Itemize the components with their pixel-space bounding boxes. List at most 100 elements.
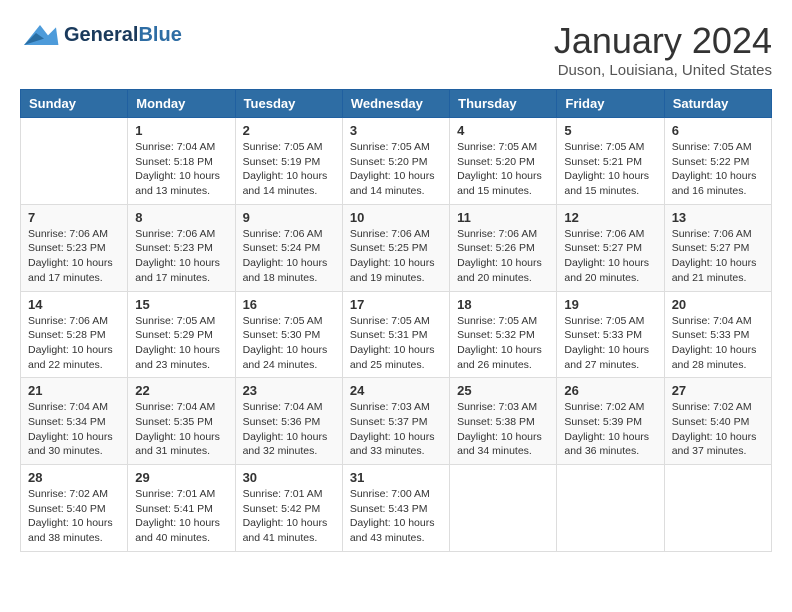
table-row: 6 Sunrise: 7:05 AMSunset: 5:22 PMDaylight… [664, 118, 771, 205]
table-row: 4Sunrise: 7:05 AMSunset: 5:20 PMDaylight… [450, 118, 557, 205]
table-row: 17 Sunrise: 7:05 AMSunset: 5:31 PMDayligh… [342, 291, 449, 378]
day-number: 7 [28, 210, 120, 225]
table-row: 26 Sunrise: 7:02 AMSunset: 5:39 PMDayligh… [557, 378, 664, 465]
table-row [450, 465, 557, 552]
day-info: Sunrise: 7:06 AMSunset: 5:28 PMDaylight:… [28, 314, 120, 373]
day-number: 3 [350, 123, 442, 138]
day-info: Sunrise: 7:06 AMSunset: 5:23 PMDaylight:… [28, 227, 120, 286]
day-number: 8 [135, 210, 227, 225]
table-row: 10 Sunrise: 7:06 AMSunset: 5:25 PMDayligh… [342, 204, 449, 291]
table-row: 24 Sunrise: 7:03 AMSunset: 5:37 PMDayligh… [342, 378, 449, 465]
month-title: January 2024 [554, 20, 772, 62]
table-row: 30 Sunrise: 7:01 AMSunset: 5:42 PMDayligh… [235, 465, 342, 552]
logo-text: GeneralBlue [64, 24, 182, 46]
day-info: Sunrise: 7:04 AMSunset: 5:35 PMDaylight:… [135, 400, 227, 459]
day-number: 25 [457, 383, 549, 398]
table-row: 9 Sunrise: 7:06 AMSunset: 5:24 PMDaylight… [235, 204, 342, 291]
day-info: Sunrise: 7:02 AMSunset: 5:40 PMDaylight:… [672, 400, 764, 459]
day-number: 20 [672, 297, 764, 312]
day-info: Sunrise: 7:05 AMSunset: 5:19 PMDaylight:… [243, 140, 335, 199]
day-info: Sunrise: 7:01 AMSunset: 5:41 PMDaylight:… [135, 487, 227, 546]
location: Duson, Louisiana, United States [554, 62, 772, 79]
table-row: 3 Sunrise: 7:05 AMSunset: 5:20 PMDaylight… [342, 118, 449, 205]
day-number: 21 [28, 383, 120, 398]
table-row: 21 Sunrise: 7:04 AMSunset: 5:34 PMDayligh… [21, 378, 128, 465]
day-number: 27 [672, 383, 764, 398]
table-row: 2Sunrise: 7:05 AMSunset: 5:19 PMDaylight… [235, 118, 342, 205]
day-number: 10 [350, 210, 442, 225]
table-row: 20 Sunrise: 7:04 AMSunset: 5:33 PMDayligh… [664, 291, 771, 378]
table-row: 25 Sunrise: 7:03 AMSunset: 5:38 PMDayligh… [450, 378, 557, 465]
day-number: 5 [564, 123, 656, 138]
week-row-4: 21 Sunrise: 7:04 AMSunset: 5:34 PMDayligh… [21, 378, 772, 465]
table-row: 16 Sunrise: 7:05 AMSunset: 5:30 PMDayligh… [235, 291, 342, 378]
day-number: 22 [135, 383, 227, 398]
day-info: Sunrise: 7:05 AMSunset: 5:29 PMDaylight:… [135, 314, 227, 373]
day-number: 11 [457, 210, 549, 225]
day-info: Sunrise: 7:04 AMSunset: 5:34 PMDaylight:… [28, 400, 120, 459]
day-info: Sunrise: 7:05 AMSunset: 5:22 PMDaylight:… [672, 140, 764, 199]
day-number: 23 [243, 383, 335, 398]
day-info: Sunrise: 7:00 AMSunset: 5:43 PMDaylight:… [350, 487, 442, 546]
title-area: January 2024 Duson, Louisiana, United St… [554, 20, 772, 79]
day-number: 9 [243, 210, 335, 225]
day-info: Sunrise: 7:04 AMSunset: 5:18 PMDaylight:… [135, 140, 227, 199]
day-number: 16 [243, 297, 335, 312]
calendar-header-row: Sunday Monday Tuesday Wednesday Thursday… [21, 90, 772, 118]
day-number: 13 [672, 210, 764, 225]
col-sunday: Sunday [21, 90, 128, 118]
table-row: 19Sunrise: 7:05 AMSunset: 5:33 PMDayligh… [557, 291, 664, 378]
day-number: 12 [564, 210, 656, 225]
day-info: Sunrise: 7:06 AMSunset: 5:24 PMDaylight:… [243, 227, 335, 286]
day-number: 6 [672, 123, 764, 138]
day-number: 31 [350, 470, 442, 485]
day-info: Sunrise: 7:06 AMSunset: 5:26 PMDaylight:… [457, 227, 549, 286]
week-row-3: 14 Sunrise: 7:06 AMSunset: 5:28 PMDayligh… [21, 291, 772, 378]
day-number: 18 [457, 297, 549, 312]
table-row: 8 Sunrise: 7:06 AMSunset: 5:23 PMDaylight… [128, 204, 235, 291]
day-number: 28 [28, 470, 120, 485]
day-number: 1 [135, 123, 227, 138]
day-number: 24 [350, 383, 442, 398]
logo-icon [20, 20, 60, 50]
table-row: 23Sunrise: 7:04 AMSunset: 5:36 PMDayligh… [235, 378, 342, 465]
col-friday: Friday [557, 90, 664, 118]
table-row: 14 Sunrise: 7:06 AMSunset: 5:28 PMDayligh… [21, 291, 128, 378]
table-row: 22 Sunrise: 7:04 AMSunset: 5:35 PMDayligh… [128, 378, 235, 465]
day-info: Sunrise: 7:05 AMSunset: 5:21 PMDaylight:… [564, 140, 656, 199]
table-row: 15Sunrise: 7:05 AMSunset: 5:29 PMDayligh… [128, 291, 235, 378]
logo: GeneralBlue [20, 20, 182, 50]
week-row-2: 7 Sunrise: 7:06 AMSunset: 5:23 PMDaylight… [21, 204, 772, 291]
table-row: 5 Sunrise: 7:05 AMSunset: 5:21 PMDaylight… [557, 118, 664, 205]
table-row: 27 Sunrise: 7:02 AMSunset: 5:40 PMDayligh… [664, 378, 771, 465]
day-info: Sunrise: 7:02 AMSunset: 5:39 PMDaylight:… [564, 400, 656, 459]
table-row: 18 Sunrise: 7:05 AMSunset: 5:32 PMDayligh… [450, 291, 557, 378]
day-number: 14 [28, 297, 120, 312]
table-row [557, 465, 664, 552]
day-info: Sunrise: 7:02 AMSunset: 5:40 PMDaylight:… [28, 487, 120, 546]
table-row: 29 Sunrise: 7:01 AMSunset: 5:41 PMDayligh… [128, 465, 235, 552]
week-row-1: 1 Sunrise: 7:04 AMSunset: 5:18 PMDaylight… [21, 118, 772, 205]
day-info: Sunrise: 7:01 AMSunset: 5:42 PMDaylight:… [243, 487, 335, 546]
day-info: Sunrise: 7:03 AMSunset: 5:38 PMDaylight:… [457, 400, 549, 459]
day-info: Sunrise: 7:06 AMSunset: 5:23 PMDaylight:… [135, 227, 227, 286]
table-row [664, 465, 771, 552]
col-monday: Monday [128, 90, 235, 118]
day-info: Sunrise: 7:03 AMSunset: 5:37 PMDaylight:… [350, 400, 442, 459]
table-row: 11 Sunrise: 7:06 AMSunset: 5:26 PMDayligh… [450, 204, 557, 291]
day-info: Sunrise: 7:05 AMSunset: 5:31 PMDaylight:… [350, 314, 442, 373]
day-number: 26 [564, 383, 656, 398]
logo-blue: Blue [138, 24, 181, 46]
day-number: 29 [135, 470, 227, 485]
day-info: Sunrise: 7:05 AMSunset: 5:32 PMDaylight:… [457, 314, 549, 373]
day-info: Sunrise: 7:04 AMSunset: 5:33 PMDaylight:… [672, 314, 764, 373]
day-info: Sunrise: 7:06 AMSunset: 5:27 PMDaylight:… [564, 227, 656, 286]
table-row: 28 Sunrise: 7:02 AMSunset: 5:40 PMDayligh… [21, 465, 128, 552]
day-info: Sunrise: 7:06 AMSunset: 5:25 PMDaylight:… [350, 227, 442, 286]
col-tuesday: Tuesday [235, 90, 342, 118]
day-number: 30 [243, 470, 335, 485]
day-info: Sunrise: 7:05 AMSunset: 5:33 PMDaylight:… [564, 314, 656, 373]
day-number: 17 [350, 297, 442, 312]
day-info: Sunrise: 7:05 AMSunset: 5:20 PMDaylight:… [350, 140, 442, 199]
day-info: Sunrise: 7:05 AMSunset: 5:30 PMDaylight:… [243, 314, 335, 373]
